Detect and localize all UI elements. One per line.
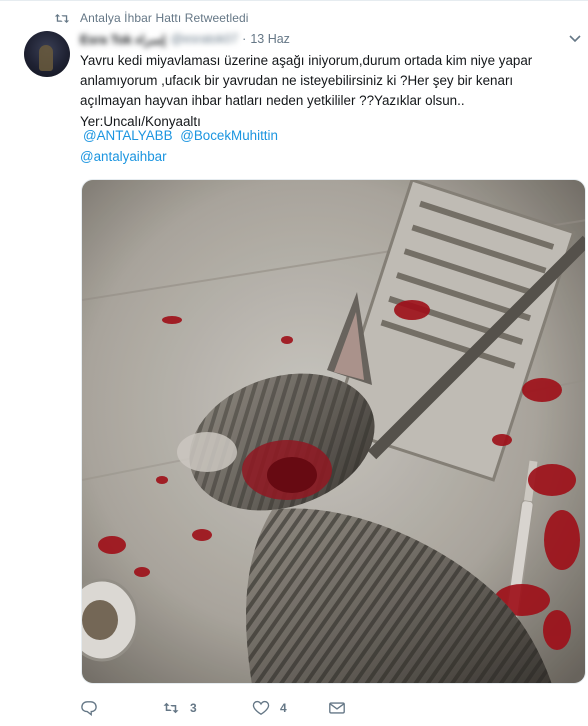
reply-icon (81, 701, 97, 716)
tweet-photo[interactable] (81, 179, 586, 684)
retweet-context[interactable]: Antalya İhbar Hattı Retweetledi (54, 10, 249, 26)
reply-button[interactable] (80, 700, 162, 716)
tweet-text-line: açılmayan hayvan ihbar hatları neden yet… (80, 93, 465, 109)
kitten-photo (82, 180, 585, 683)
author-name[interactable]: Esra Tok إسراء (80, 32, 166, 47)
like-count: 4 (280, 701, 287, 715)
tweet-text-line: anlamıyorum ,ufacık bir yavrudan ne iste… (80, 73, 514, 89)
retweet-count: 3 (190, 701, 197, 715)
retweet-icon (54, 13, 70, 23)
tweet-text: Yavru kedi miyavlaması üzerine aşağı ini… (80, 51, 580, 132)
direct-message-button[interactable] (328, 700, 346, 716)
mention-link[interactable]: @ANTALYABB (83, 128, 173, 143)
tweet-actions: 3 4 (80, 695, 346, 721)
mention-link[interactable]: @antalyaihbar (80, 149, 167, 164)
retweet-button[interactable]: 3 (162, 700, 252, 716)
mentions-line: @ANTALYABB @BocekMuhittin (83, 128, 282, 143)
author-handle[interactable]: @esratok07 (171, 32, 239, 46)
retweet-icon (163, 702, 179, 714)
retweet-context-text[interactable]: Antalya İhbar Hattı Retweetledi (80, 11, 249, 25)
tweet-header: Esra Tok إسراء @esratok07 · 13 Haz (80, 31, 290, 47)
avatar[interactable] (24, 31, 70, 77)
mention-link[interactable]: @BocekMuhittin (180, 128, 278, 143)
tweet-date[interactable]: 13 Haz (250, 32, 290, 46)
tweet-text-line: Yavru kedi miyavlaması üzerine aşağı ini… (80, 53, 533, 68)
chevron-down-icon[interactable] (568, 33, 582, 45)
like-button[interactable]: 4 (252, 700, 328, 716)
heart-icon (252, 700, 270, 716)
separator: · (242, 32, 247, 46)
envelope-icon (329, 702, 345, 714)
tweet[interactable]: Antalya İhbar Hattı Retweetledi Esra Tok… (0, 0, 588, 726)
